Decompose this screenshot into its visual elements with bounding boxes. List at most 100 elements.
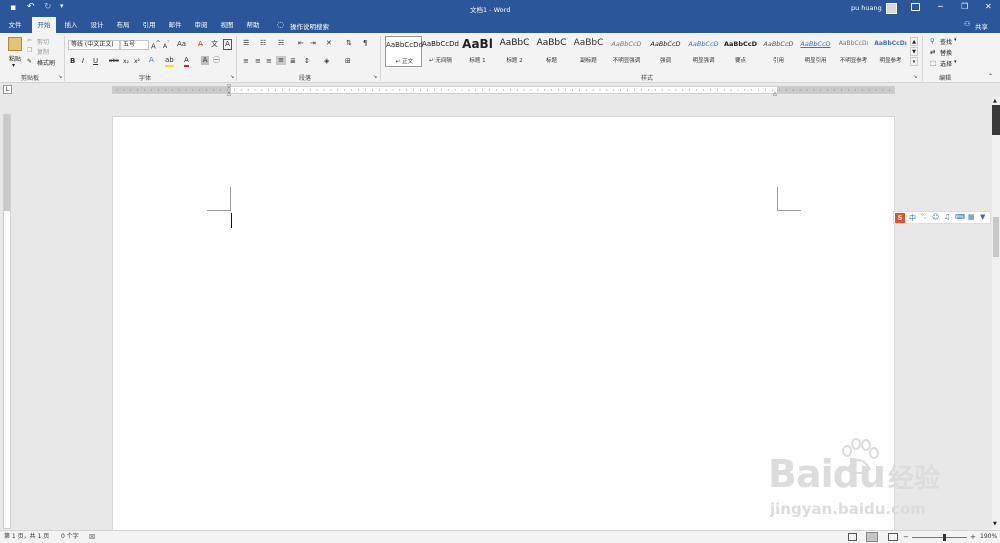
borders-icon[interactable]: ⊞ (345, 57, 351, 66)
style-emphasis[interactable]: AaBbCcD 强调 (647, 36, 684, 67)
align-right-icon[interactable]: ≡ (266, 57, 272, 66)
web-layout-icon[interactable] (888, 533, 898, 541)
multilevel-list-icon[interactable]: ☵ (278, 39, 284, 48)
tab-review[interactable]: 审阅 (190, 17, 212, 33)
show-marks-icon[interactable]: ¶ (363, 39, 367, 48)
format-painter-icon[interactable]: ✎ (27, 58, 32, 65)
find-button[interactable]: 查找 (940, 37, 952, 46)
restore-icon[interactable]: ❐ (961, 2, 968, 11)
align-center-icon[interactable]: ≡ (255, 57, 261, 66)
read-mode-icon[interactable] (848, 533, 857, 541)
replace-icon[interactable]: ⇄ (930, 48, 935, 56)
superscript-icon[interactable]: x² (134, 57, 140, 66)
minimize-icon[interactable]: ─ (938, 2, 943, 11)
zoom-in-icon[interactable]: + (970, 531, 976, 543)
style-heading-2[interactable]: AaBbC 标题 2 (496, 36, 533, 67)
ime-emoji-icon[interactable]: ☺ (932, 213, 939, 221)
zoom-slider-thumb[interactable] (943, 534, 946, 541)
char-border-icon[interactable]: A (223, 39, 232, 50)
zoom-slider[interactable] (912, 534, 967, 541)
text-effects-icon[interactable]: A (149, 56, 154, 65)
select-button[interactable]: 选择 (940, 59, 952, 68)
tab-selector-icon[interactable]: L (3, 85, 12, 94)
ime-punct-icon[interactable]: °, (921, 213, 926, 220)
horizontal-ruler[interactable]: ▽ △ △ (112, 84, 895, 97)
underline-icon[interactable]: U (93, 57, 98, 66)
line-spacing-icon[interactable]: ↕ (304, 57, 310, 66)
tab-design[interactable]: 设计 (86, 17, 108, 33)
style-intense-reference[interactable]: AaBbCcDı 明显参考 (872, 36, 909, 67)
tab-insert[interactable]: 插入 (60, 17, 82, 33)
ime-lang[interactable]: 中 (909, 213, 916, 223)
style-intense-emphasis[interactable]: AaBbCcD 明显强调 (685, 36, 722, 67)
font-size-combo[interactable]: 五号 (120, 40, 149, 50)
tab-help[interactable]: 帮助 (242, 17, 264, 33)
change-case-button[interactable]: Aa (177, 40, 186, 49)
undo-icon[interactable]: ↶ (27, 2, 35, 12)
zoom-level[interactable]: 190% (980, 531, 997, 543)
decrease-indent-icon[interactable]: ⇤ (298, 39, 304, 48)
style-intense-quote[interactable]: AaBbCcD 明显引用 (797, 36, 834, 67)
word-count[interactable]: 0 个字 (61, 531, 79, 543)
styles-launcher-icon[interactable]: ↘ (913, 74, 917, 80)
subscript-icon[interactable]: x₂ (123, 57, 129, 66)
user-name[interactable]: pu huang (851, 4, 882, 12)
tab-mailings[interactable]: 邮件 (164, 17, 186, 33)
page-count[interactable]: 第 1 页，共 1 页 (4, 531, 49, 543)
distributed-icon[interactable]: ≣ (290, 57, 296, 66)
print-layout-icon[interactable] (866, 532, 878, 542)
scroll-up-icon[interactable]: ▲ (993, 98, 997, 104)
style-subtle-reference[interactable]: AaBbCcDı 不明显参考 (835, 36, 872, 67)
clipboard-launcher-icon[interactable]: ↘ (58, 74, 62, 80)
asian-layout-icon[interactable]: ✕ (326, 39, 332, 48)
font-name-combo[interactable]: 等线 (中文正文) (68, 40, 120, 50)
highlight-icon[interactable]: ab (165, 56, 174, 67)
select-icon[interactable]: ⬚ (930, 59, 936, 67)
sort-icon[interactable]: ⇅ (346, 39, 352, 48)
style-normal[interactable]: AaBbCcDd ↵ 正文 (385, 36, 423, 67)
copy-icon[interactable]: ❐ (27, 47, 32, 54)
italic-icon[interactable]: I (82, 57, 84, 66)
find-dropdown-icon[interactable]: ▾ (954, 37, 957, 43)
ime-skin-icon[interactable]: ▼ (980, 213, 985, 221)
style-strong[interactable]: AaBbCcD 要点 (722, 36, 759, 67)
style-title[interactable]: AaBbC 标题 (533, 36, 570, 67)
paste-dropdown-icon[interactable]: ▾ (12, 62, 15, 69)
justify-icon[interactable]: ≡ (276, 56, 286, 65)
ime-logo-icon[interactable]: S (895, 213, 905, 223)
customize-qat-icon[interactable]: ▾ (60, 2, 64, 10)
zoom-out-icon[interactable]: − (903, 531, 909, 543)
align-left-icon[interactable]: ≡ (243, 57, 249, 66)
redo-icon[interactable]: ↻ (44, 2, 52, 12)
collapse-ribbon-icon[interactable]: ⌃ (988, 73, 993, 80)
style-quote[interactable]: AaBbCcD 引用 (760, 36, 797, 67)
shading-icon[interactable]: ◈ (324, 57, 329, 66)
style-subtle-emphasis[interactable]: AaBbCcD 不明显强调 (608, 36, 645, 67)
enclose-char-icon[interactable]: ㊀ (213, 56, 220, 65)
ime-toolbox-icon[interactable]: ▦ (968, 213, 975, 221)
ime-keyboard-icon[interactable]: ⌨ (955, 213, 965, 221)
char-shading-icon[interactable]: A (201, 56, 209, 65)
scroll-down-icon[interactable]: ▼ (993, 521, 997, 527)
find-icon[interactable]: ⚲ (930, 37, 935, 45)
tab-view[interactable]: 视图 (216, 17, 238, 33)
phonetic-guide-icon[interactable]: 文 (211, 40, 218, 49)
font-color-icon[interactable]: A (184, 56, 189, 67)
numbering-icon[interactable]: ☷ (260, 39, 266, 48)
shrink-font-icon[interactable]: Aˇ (163, 40, 170, 51)
select-dropdown-icon[interactable]: ▾ (954, 59, 957, 65)
cut-icon[interactable]: ✂ (27, 37, 32, 44)
bullets-icon[interactable]: ☰ (243, 39, 249, 48)
tab-file[interactable]: 文件 (4, 17, 26, 33)
format-painter-button[interactable]: 格式刷 (37, 58, 55, 67)
replace-button[interactable]: 替换 (940, 48, 952, 57)
copy-button[interactable]: 复制 (37, 47, 49, 56)
tab-layout[interactable]: 布局 (112, 17, 134, 33)
close-icon[interactable]: ✕ (985, 2, 992, 11)
style-subtitle[interactable]: AaBbC 副标题 (570, 36, 607, 67)
style-no-spacing[interactable]: AaBbCcDd ↵ 无间隔 (422, 36, 459, 67)
increase-indent-icon[interactable]: ⇥ (310, 39, 316, 48)
vertical-ruler[interactable] (3, 114, 11, 529)
tell-me-search[interactable]: 操作说明搜索 (290, 21, 329, 31)
strikethrough-icon[interactable]: abc (109, 57, 119, 66)
